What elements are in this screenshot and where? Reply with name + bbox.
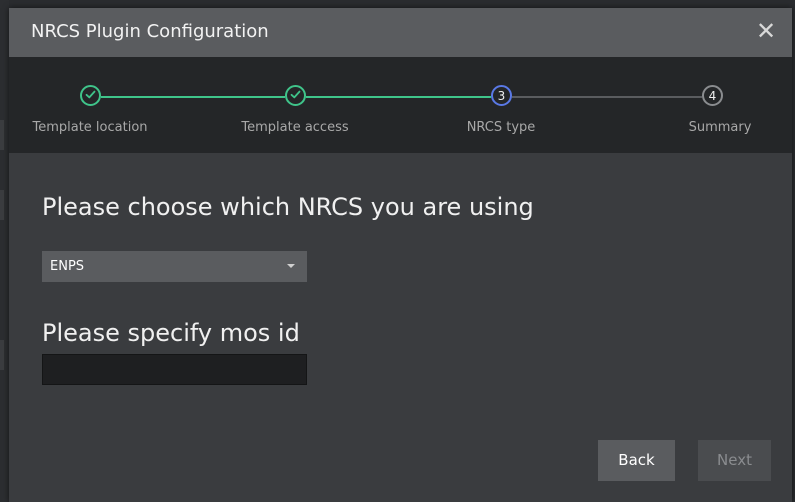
dialog-content: Please choose which NRCS you are using E… [9,153,792,502]
mos-id-heading: Please specify mos id [42,319,300,347]
nrcs-heading: Please choose which NRCS you are using [42,193,534,221]
step-3-label: NRCS type [466,120,536,135]
nrcs-selected-value: ENPS [50,259,85,274]
step-connector-2 [306,96,491,98]
step-4-label: Summary [688,120,752,135]
step-connector-1 [101,96,285,98]
background-fragment [0,120,4,150]
nrcs-plugin-dialog: NRCS Plugin Configuration ✕ Template loc… [9,8,792,502]
step-1-indicator[interactable] [80,85,101,106]
chevron-down-icon [287,264,295,268]
background-fragment [0,340,4,370]
dialog-titlebar: NRCS Plugin Configuration ✕ [9,8,792,57]
check-icon [85,90,96,99]
background-strip [0,0,9,502]
next-button[interactable]: Next [698,440,771,481]
step-4-number: 4 [708,89,717,103]
step-connector-3 [512,96,702,98]
step-4-indicator[interactable]: 4 [702,85,723,106]
mos-id-input[interactable] [42,354,307,385]
step-1-label: Template location [32,120,148,135]
close-icon[interactable]: ✕ [752,17,780,45]
step-3-number: 3 [497,89,506,103]
back-button[interactable]: Back [598,440,675,481]
check-icon [290,90,301,99]
step-3-indicator[interactable]: 3 [491,85,512,106]
step-2-indicator[interactable] [285,85,306,106]
step-2-label: Template access [241,120,349,135]
background-fragment [0,190,4,220]
dialog-title: NRCS Plugin Configuration [31,21,269,42]
nrcs-type-select[interactable]: ENPS [42,251,307,282]
wizard-stepper: Template location Template access 3 NRCS… [9,57,792,153]
